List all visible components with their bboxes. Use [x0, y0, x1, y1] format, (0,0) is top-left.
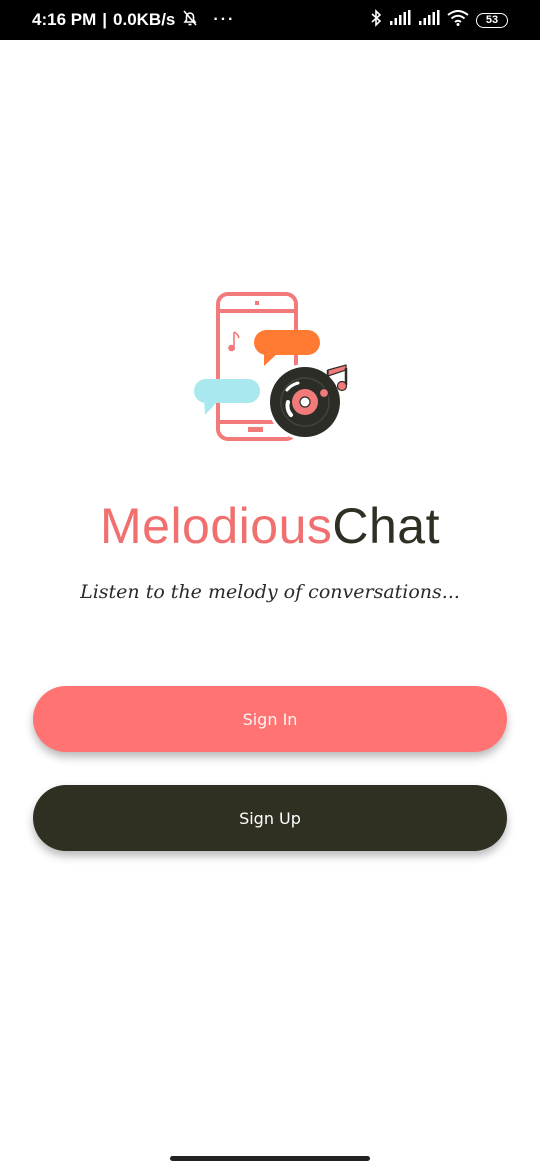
network-speed: 0.0KB/s [113, 10, 176, 29]
bluetooth-icon [370, 9, 382, 31]
sign-up-button[interactable]: Sign Up [33, 785, 507, 851]
battery-icon: 53 [476, 12, 508, 28]
battery-level: 53 [485, 14, 499, 26]
chat-bubble-cyan-icon [194, 379, 260, 415]
status-time: 4:16 PM [32, 10, 97, 29]
home-indicator[interactable] [170, 1156, 370, 1161]
alarm-off-icon [181, 9, 199, 32]
sign-in-button[interactable]: Sign In [33, 686, 507, 752]
signal-icon [418, 10, 440, 30]
app-logo [194, 292, 348, 441]
status-left: 4:16 PM | 0.0KB/s ··· [32, 0, 235, 40]
app-title: MelodiousChat [0, 494, 540, 558]
chat-bubble-orange-icon [254, 330, 320, 366]
wifi-icon [447, 10, 469, 30]
status-right: 53 [370, 0, 508, 40]
more-notifications: ··· [213, 11, 236, 28]
signal-icon [389, 10, 411, 30]
status-bar: 4:16 PM | 0.0KB/s ··· 53 [0, 0, 540, 40]
app-title-melodious: Melodious [99, 498, 333, 554]
app-title-chat: Chat [332, 498, 441, 554]
tagline: Listen to the melody of conversations... [80, 581, 460, 603]
phone-speaker [255, 301, 259, 305]
status-separator: | [102, 10, 108, 29]
music-note-icon [228, 331, 240, 352]
phone-home-button [248, 427, 263, 432]
sign-up-label: Sign Up [239, 808, 301, 828]
sign-in-label: Sign In [242, 709, 298, 729]
